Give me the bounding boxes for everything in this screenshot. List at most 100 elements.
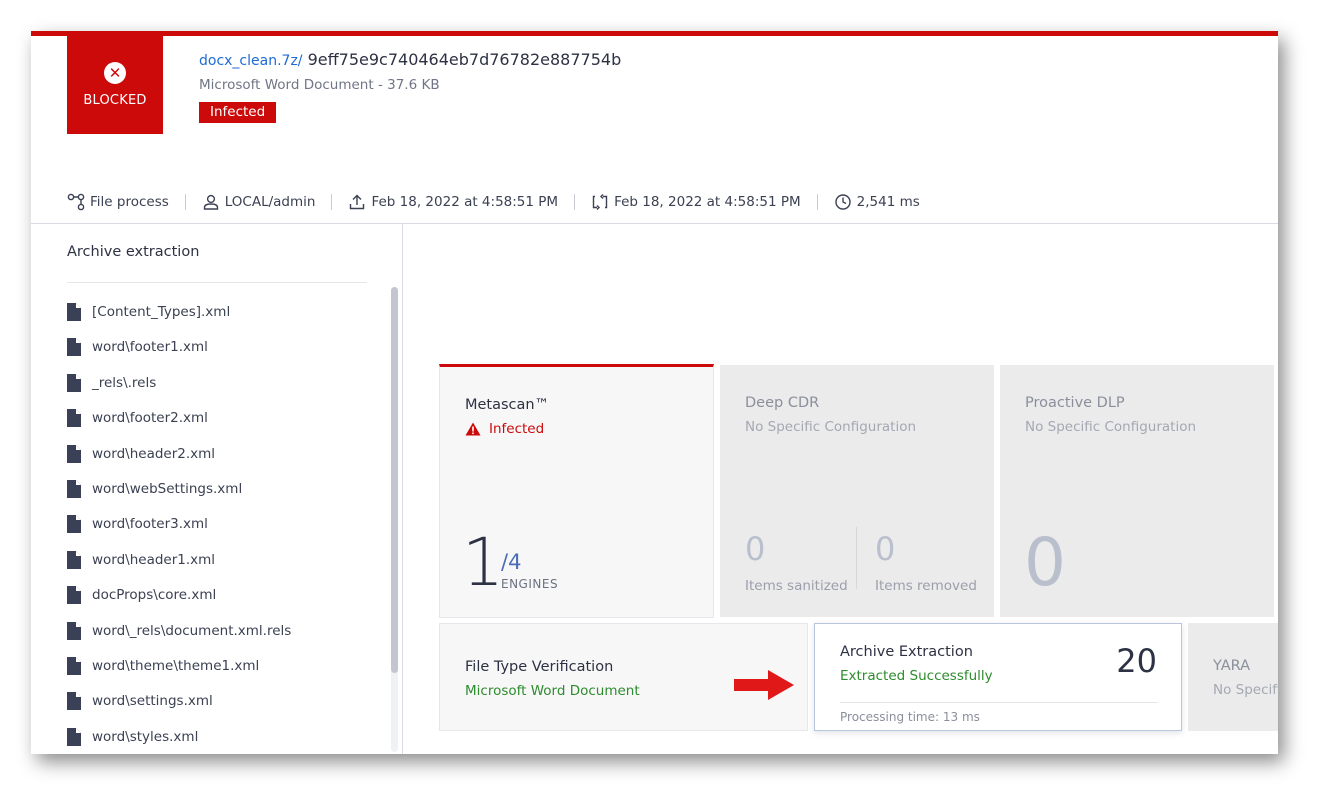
upload-time: Feb 18, 2022 at 4:58:51 PM [348, 193, 558, 211]
file-name-label: word\footer3.xml [92, 516, 208, 533]
file-name-label: word\header2.xml [92, 445, 216, 462]
metascan-card[interactable]: Metascan™ Infected 1 /4 ENGINES [439, 364, 714, 618]
process-time: Feb 18, 2022 at 4:58:51 PM [591, 193, 801, 211]
engines-total: /4 [501, 550, 522, 574]
engines-label: ENGINES [501, 577, 559, 591]
blocked-label: BLOCKED [83, 93, 147, 108]
verdict-badge: Infected [199, 102, 277, 123]
file-name-label: word\header1.xml [92, 551, 216, 568]
file-list-item[interactable]: word\_rels\document.xml.rels [67, 621, 292, 658]
metascan-status: Infected [465, 421, 544, 437]
file-name-label: word\styles.xml [92, 728, 199, 745]
card-title: Archive Extraction [840, 644, 973, 660]
file-icon [67, 586, 81, 605]
yara-card[interactable]: YARA No Specifi [1188, 623, 1278, 731]
card-subtitle: No Specific Configuration [745, 419, 917, 435]
divider [184, 194, 186, 210]
blocked-x-icon: ✕ [104, 62, 126, 84]
divider [574, 194, 576, 210]
card-title: Proactive DLP [1025, 395, 1125, 411]
workflow-icon [67, 193, 85, 211]
file-list: [Content_Types].xml word\footer1.xml _rels… [67, 303, 292, 754]
archive-extraction-panel: Archive extraction [Content_Types].xmlwo… [31, 224, 403, 754]
file-icon [67, 338, 81, 357]
file-name-label: _rels\.rels [92, 374, 157, 391]
engines-count: 1 [462, 524, 504, 601]
sanitized-count: 0 [745, 530, 766, 568]
file-name: docx_clean.7z/ 9eff75e9c740464eb7d76782e… [199, 50, 621, 69]
card-title: Deep CDR [745, 395, 820, 411]
deep-cdr-card[interactable]: Deep CDR No Specific Configuration 0 Ite… [720, 365, 994, 617]
divider [856, 527, 857, 589]
file-list-item[interactable]: word\footer3.xml [67, 515, 291, 551]
user-icon [203, 194, 218, 210]
file-icon [67, 444, 81, 463]
file-name-label: word\footer1.xml [92, 339, 208, 356]
file-name-label: word\footer2.xml [92, 410, 208, 427]
file-list-item[interactable]: word\webSettings.xml [67, 479, 291, 516]
clock-icon [834, 194, 851, 210]
card-title: File Type Verification [465, 659, 614, 675]
file-list-item[interactable]: [Content_Types].xml [67, 303, 291, 339]
card-subtitle: No Specific Configuration [1025, 419, 1197, 435]
scrollbar[interactable] [391, 287, 398, 752]
file-icon [67, 621, 81, 640]
status-text: Infected [489, 421, 545, 437]
result-window: ✕ BLOCKED docx_clean.7z/ 9eff75e9c740464… [31, 31, 1278, 754]
file-icon [67, 550, 81, 569]
file-process-link[interactable]: File process [67, 193, 169, 211]
warning-icon [465, 422, 481, 436]
file-list-item[interactable]: docProps\core.xml [67, 586, 291, 622]
card-divider [840, 702, 1158, 703]
file-icon [67, 303, 81, 321]
upload-time-label: Feb 18, 2022 at 4:58:51 PM [371, 194, 559, 210]
file-list-item[interactable]: word\header1.xml [67, 550, 291, 587]
file-icon [67, 515, 81, 534]
panel-divider [67, 282, 367, 283]
file-name-label: word\settings.xml [92, 693, 213, 710]
file-list-item[interactable]: word\theme\theme1.xml [67, 656, 291, 693]
file-hash: 9eff75e9c740464eb7d76782e887754b [307, 50, 622, 69]
file-icon [67, 692, 81, 711]
processing-time: Processing time: 13 ms [840, 710, 980, 724]
meta-bar: File process LOCAL/admin Feb 18, 2022 at… [67, 193, 920, 211]
file-list-item[interactable]: word\settings.xml [67, 692, 291, 728]
panel-title: Archive extraction [67, 244, 200, 260]
refresh-icon [592, 194, 608, 210]
duration-label: 2,541 ms [856, 194, 920, 210]
user-label: LOCAL/admin [224, 194, 316, 210]
file-list-item[interactable]: _rels\.rels [67, 373, 291, 410]
proactive-dlp-card[interactable]: Proactive DLP No Specific Configuration … [1000, 365, 1274, 617]
user-info: LOCAL/admin [202, 193, 316, 211]
file-list-item[interactable]: word\styles.xml [67, 727, 291, 754]
card-title: Metascan™ [465, 397, 550, 413]
file-icon [67, 727, 81, 746]
file-list-item[interactable]: word\footer2.xml [67, 409, 291, 445]
file-meta: Microsoft Word Document - 37.6 KB [199, 77, 440, 93]
duration: 2,541 ms [834, 193, 920, 211]
card-subtitle: No Specifi [1213, 682, 1278, 698]
file-list-item[interactable]: word\footer1.xml [67, 338, 291, 374]
process-time-label: Feb 18, 2022 at 4:58:51 PM [614, 194, 801, 210]
card-result: Microsoft Word Document [465, 683, 640, 699]
removed-count: 0 [875, 530, 896, 568]
file-icon [67, 409, 81, 428]
card-result: Extracted Successfully [840, 668, 993, 684]
archive-extraction-card[interactable]: Archive Extraction Extracted Successfull… [814, 623, 1182, 731]
file-name-label: word\theme\theme1.xml [92, 657, 260, 674]
file-name-label: word\webSettings.xml [92, 480, 243, 497]
upload-icon [350, 194, 365, 210]
scrollbar-thumb[interactable] [391, 287, 398, 673]
annotation-arrow-icon [734, 670, 794, 700]
card-title: YARA [1213, 658, 1251, 674]
file-icon [67, 479, 81, 498]
archive-link[interactable]: docx_clean.7z/ [199, 53, 303, 69]
dlp-count: 0 [1024, 524, 1066, 601]
file-list-item[interactable]: word\header2.xml [67, 444, 291, 481]
file-name-label: word\_rels\document.xml.rels [92, 622, 292, 639]
file-name-label: [Content_Types].xml [92, 304, 231, 320]
divider [331, 194, 333, 210]
file-process-label: File process [90, 194, 169, 210]
extracted-count: 20 [1116, 642, 1157, 680]
file-name-label: docProps\core.xml [92, 587, 217, 604]
